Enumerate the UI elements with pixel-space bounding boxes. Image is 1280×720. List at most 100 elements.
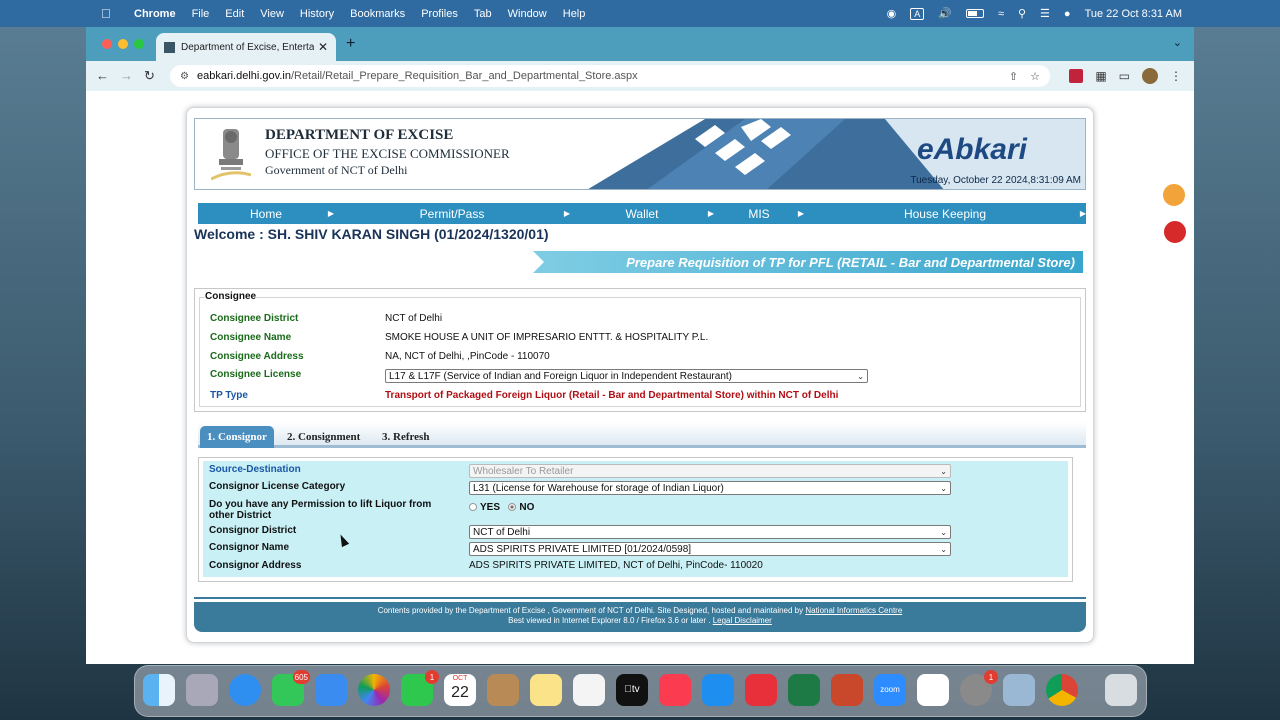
- close-window-button[interactable]: [102, 39, 112, 49]
- control-center-icon[interactable]: ☰: [1040, 7, 1050, 20]
- launchpad-icon[interactable]: [186, 674, 218, 706]
- menu-history[interactable]: History: [292, 8, 342, 20]
- preview-icon[interactable]: [1003, 674, 1035, 706]
- freeform-icon[interactable]: [573, 674, 605, 706]
- floating-logout-icon[interactable]: [1162, 219, 1188, 245]
- facetime-icon[interactable]: 1: [401, 670, 439, 706]
- forward-arrow-icon[interactable]: →: [120, 68, 133, 83]
- apple-tv-icon[interactable]: tv: [616, 674, 648, 706]
- menu-app-name[interactable]: Chrome: [126, 8, 184, 20]
- tab-consignor[interactable]: 1. Consignor: [200, 426, 274, 448]
- minimize-window-button[interactable]: [118, 39, 128, 49]
- menu-edit[interactable]: Edit: [217, 8, 252, 20]
- new-tab-icon[interactable]: +: [346, 35, 355, 53]
- legal-disclaimer-link[interactable]: Legal Disclaimer: [713, 616, 772, 625]
- contacts-icon[interactable]: [487, 674, 519, 706]
- trash-icon[interactable]: [1105, 674, 1137, 706]
- permission-yes-radio[interactable]: [469, 503, 477, 512]
- nav-house-keeping-label: House Keeping: [903, 206, 987, 221]
- photos-icon[interactable]: [358, 674, 390, 706]
- menu-items: Chrome File Edit View History Bookmarks …: [126, 8, 593, 20]
- permission-label: Do you have any Permission to lift Liquo…: [209, 499, 432, 521]
- safari-icon[interactable]: [229, 674, 261, 706]
- menu-view[interactable]: View: [252, 8, 292, 20]
- floating-helpdesk-icon[interactable]: [1161, 182, 1187, 208]
- app-store-icon[interactable]: [702, 674, 734, 706]
- finder-icon[interactable]: [143, 674, 175, 706]
- browser-tab[interactable]: Department of Excise, Enterta ✕: [156, 33, 336, 61]
- permission-no-label: NO: [519, 502, 535, 513]
- maximize-window-button[interactable]: [134, 39, 144, 49]
- permission-no-radio[interactable]: [508, 503, 517, 512]
- tab-consignment[interactable]: 2. Consignment: [280, 426, 367, 448]
- profile-avatar[interactable]: [1142, 68, 1158, 84]
- consignee-legend: Consignee: [205, 291, 257, 302]
- consignor-district-select[interactable]: NCT of Delhi ⌄: [469, 525, 951, 539]
- menu-clock[interactable]: Tue 22 Oct 8:31 AM: [1085, 8, 1182, 20]
- nav-house-keeping[interactable]: House Keeping ▶: [804, 203, 1086, 224]
- footer-browser-text: Best viewed in Internet Explorer 8.0 / F…: [508, 616, 711, 625]
- extensions-puzzle-icon[interactable]: ▦: [1095, 69, 1106, 83]
- menu-profiles[interactable]: Profiles: [413, 8, 466, 20]
- calendar-icon[interactable]: OCT 22: [444, 674, 476, 706]
- powerpoint-icon[interactable]: [831, 674, 863, 706]
- url-path: /Retail/Retail_Prepare_Requisition_Bar_a…: [290, 70, 638, 82]
- source-destination-select[interactable]: Wholesaler To Retailer ⌄: [469, 464, 951, 478]
- tp-type-value: Transport of Packaged Foreign Liquor (Re…: [385, 390, 839, 401]
- wifi-icon[interactable]: ≈: [998, 8, 1004, 20]
- anydesk-icon[interactable]: [745, 674, 777, 706]
- input-source-indicator[interactable]: A: [910, 7, 925, 20]
- browser-window: Department of Excise, Enterta ✕ + ⌄ ← → …: [86, 27, 1194, 664]
- reload-icon[interactable]: ↻: [144, 68, 155, 84]
- volume-icon[interactable]: 🔊: [938, 7, 952, 20]
- facetime-badge: 1: [425, 670, 439, 684]
- notes-icon[interactable]: [530, 674, 562, 706]
- apple-icon[interactable]: : [101, 6, 111, 21]
- consignor-address-label: Consignor Address: [209, 560, 302, 571]
- search-icon[interactable]: ⚲: [1018, 7, 1026, 20]
- messages-icon[interactable]: 605: [272, 670, 310, 706]
- chrome-icon[interactable]: [1046, 674, 1078, 706]
- record-icon[interactable]: ◉: [887, 7, 897, 20]
- address-bar[interactable]: ⚙ eabkari.delhi.gov.in/Retail/Retail_Pre…: [170, 65, 1050, 87]
- bookmark-star-icon[interactable]: ☆: [1030, 70, 1040, 83]
- back-arrow-icon[interactable]: ←: [96, 68, 109, 83]
- menu-tab[interactable]: Tab: [466, 8, 500, 20]
- consignor-address-row: Consignor Address ADS SPIRITS PRIVATE LI…: [209, 560, 763, 571]
- system-settings-icon[interactable]: 1: [960, 670, 998, 706]
- nic-link[interactable]: National Informatics Centre: [805, 606, 902, 615]
- mail-icon[interactable]: [315, 674, 347, 706]
- consignee-address-row: Consignee Address NA, NCT of Delhi, ,Pin…: [210, 351, 550, 362]
- chatgpt-icon[interactable]: [917, 674, 949, 706]
- menu-window[interactable]: Window: [500, 8, 555, 20]
- battery-icon[interactable]: [965, 9, 984, 18]
- nav-mis[interactable]: MIS ▶: [714, 203, 804, 224]
- side-panel-icon[interactable]: ▭: [1119, 69, 1130, 83]
- excel-icon[interactable]: [788, 674, 820, 706]
- consignor-district-row: Consignor District NCT of Delhi ⌄: [209, 525, 951, 539]
- footer-line-1: Contents provided by the Department of E…: [194, 606, 1086, 616]
- share-icon[interactable]: ⇧: [1009, 70, 1018, 83]
- tab-close-icon[interactable]: ✕: [318, 40, 328, 54]
- siri-icon[interactable]: ●: [1064, 8, 1071, 20]
- dock: 605 1 OCT 22 tv zoom 1: [134, 665, 1147, 717]
- license-category-select[interactable]: L31 (License for Warehouse for storage o…: [469, 481, 951, 495]
- settings-badge: 1: [984, 670, 998, 684]
- music-icon[interactable]: [659, 674, 691, 706]
- tab-refresh[interactable]: 3. Refresh: [375, 426, 436, 448]
- nav-permit-pass[interactable]: Permit/Pass ▶: [334, 203, 570, 224]
- consignor-name-select[interactable]: ADS SPIRITS PRIVATE LIMITED [01/2024/059…: [469, 542, 951, 556]
- permission-yes-label: YES: [480, 502, 501, 513]
- extension-red-icon[interactable]: [1069, 69, 1084, 83]
- tab-list-chevron-icon[interactable]: ⌄: [1173, 36, 1182, 49]
- nav-home[interactable]: Home ▶: [198, 203, 334, 224]
- nav-wallet[interactable]: Wallet ▶: [570, 203, 714, 224]
- more-menu-icon[interactable]: ⋮: [1170, 69, 1182, 83]
- tp-type-row: TP Type Transport of Packaged Foreign Li…: [210, 390, 838, 401]
- consignee-license-select[interactable]: L17 & L17F (Service of Indian and Foreig…: [385, 369, 868, 383]
- menu-bookmarks[interactable]: Bookmarks: [342, 8, 413, 20]
- zoom-icon[interactable]: zoom: [874, 674, 906, 706]
- menu-help[interactable]: Help: [555, 8, 594, 20]
- site-info-icon[interactable]: ⚙: [180, 71, 189, 82]
- menu-file[interactable]: File: [184, 8, 218, 20]
